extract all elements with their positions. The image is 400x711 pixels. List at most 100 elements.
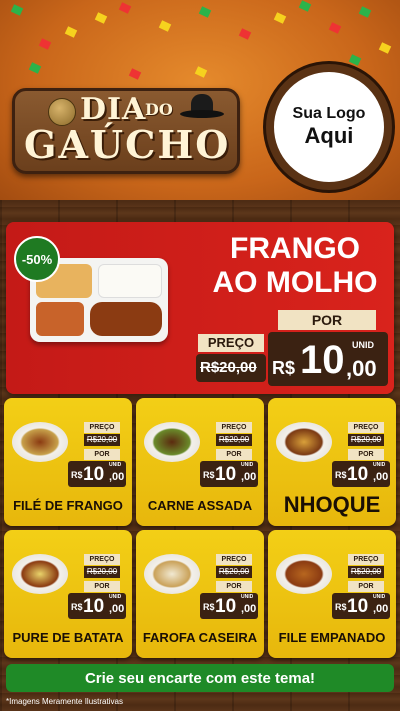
product-price-int: 10: [347, 464, 369, 485]
confetti: [38, 38, 52, 50]
product-new-price-box: R$ 10 ,00 UNID: [332, 593, 390, 619]
product-dish-image: [144, 422, 200, 462]
hero-preco-label: PREÇO: [198, 334, 264, 352]
logo-text-line2: Aqui: [304, 123, 354, 148]
product-price-cents: ,00: [241, 471, 257, 483]
sign-title-gaucho: GAÚCHO: [24, 122, 231, 167]
product-name: NHOQUE: [283, 492, 381, 517]
product-dish-image: [276, 422, 332, 462]
product-old-price: R$20,00: [84, 434, 120, 446]
product-currency: R$: [203, 470, 215, 480]
sign-title-do: DO: [145, 100, 173, 119]
confetti: [273, 12, 287, 24]
product-unid: UNID: [373, 594, 386, 600]
discount-badge: -50%: [14, 236, 60, 282]
product-preco-label: PREÇO: [84, 554, 120, 565]
product-price-cents: ,00: [109, 603, 125, 615]
confetti: [348, 54, 362, 66]
confetti: [358, 6, 372, 18]
confetti: [198, 6, 212, 18]
product-preco-label: PREÇO: [216, 422, 252, 433]
product-old-price: R$20,00: [216, 434, 252, 446]
product-price-cents: ,00: [109, 471, 125, 483]
product-price-int: 10: [215, 464, 237, 485]
hero-por-label: POR: [278, 310, 376, 330]
product-new-price-box: R$ 10 ,00 UNID: [68, 461, 126, 487]
product-dish-image: [144, 554, 200, 594]
product-price-cents: ,00: [373, 603, 389, 615]
product-currency: R$: [71, 602, 83, 612]
product-preco-label: PREÇO: [84, 422, 120, 433]
hero-old-price: R$20,00: [200, 359, 257, 376]
product-price-int: 10: [83, 596, 105, 617]
confetti: [328, 22, 342, 34]
product-new-price-box: R$ 10 ,00 UNID: [200, 593, 258, 619]
hero-title-line1: FRANGO: [230, 232, 360, 265]
product-preco-label: PREÇO: [216, 554, 252, 565]
hero-price-int: 10: [300, 338, 345, 382]
hero-price-cents: ,00: [346, 356, 377, 381]
product-unid: UNID: [109, 462, 122, 468]
product-name: FILE EMPANADO: [278, 630, 386, 645]
product-price-int: 10: [215, 596, 237, 617]
product-price-int: 10: [83, 464, 105, 485]
product-por-label: POR: [84, 581, 120, 592]
product-preco-label: PREÇO: [348, 422, 384, 433]
product-por-label: POR: [348, 581, 384, 592]
hero-unid: UNID: [352, 340, 374, 350]
product-name: FAROFA CASEIRA: [142, 630, 258, 645]
product-preco-label: PREÇO: [348, 554, 384, 565]
product-dish-image: [12, 422, 68, 462]
gaucho-hat-icon: [180, 90, 224, 118]
product-name: CARNE ASSADA: [147, 498, 253, 513]
confetti: [128, 68, 142, 80]
product-old-price: R$20,00: [348, 566, 384, 578]
hero-title: FRANGO AO MOLHO: [200, 232, 390, 300]
chicken-compartment: [90, 302, 162, 336]
product-name: PURE DE BATATA: [12, 630, 124, 645]
product-new-price-box: R$ 10 ,00 UNID: [332, 461, 390, 487]
confetti: [158, 20, 172, 32]
cta-button[interactable]: Crie seu encarte com este tema!: [6, 664, 394, 692]
product-dish-image: [276, 554, 332, 594]
confetti: [378, 42, 392, 54]
product-currency: R$: [335, 470, 347, 480]
confetti: [194, 66, 208, 78]
product-unid: UNID: [373, 462, 386, 468]
product-price-cents: ,00: [373, 471, 389, 483]
logo-placeholder[interactable]: Sua Logo Aqui: [266, 64, 392, 190]
confetti: [118, 2, 132, 14]
product-name: FILÉ DE FRANGO: [13, 498, 123, 513]
product-price-int: 10: [347, 596, 369, 617]
hero-new-price-box: R$ 10 ,00 UNID: [268, 332, 388, 386]
disclaimer-text: *Imagens Meramente Ilustrativas: [6, 697, 123, 706]
confetti: [28, 62, 42, 74]
product-por-label: POR: [84, 449, 120, 460]
product-por-label: POR: [216, 449, 252, 460]
confetti: [238, 28, 252, 40]
product-price-cents: ,00: [241, 603, 257, 615]
product-old-price: R$20,00: [84, 566, 120, 578]
product-currency: R$: [203, 602, 215, 612]
salad-compartment: [36, 302, 84, 336]
hero-currency: R$: [272, 358, 296, 378]
confetti: [10, 4, 24, 16]
product-currency: R$: [335, 602, 347, 612]
confetti: [64, 26, 78, 38]
product-unid: UNID: [241, 594, 254, 600]
confetti: [94, 12, 108, 24]
rice-compartment: [98, 264, 162, 298]
product-por-label: POR: [348, 449, 384, 460]
product-currency: R$: [71, 470, 83, 480]
product-old-price: R$20,00: [216, 566, 252, 578]
hero-title-line2: AO MOLHO: [212, 266, 378, 299]
logo-text-line1: Sua Logo: [292, 105, 366, 122]
product-new-price-box: R$ 10 ,00 UNID: [200, 461, 258, 487]
confetti: [298, 0, 312, 12]
product-unid: UNID: [109, 594, 122, 600]
product-old-price: R$20,00: [348, 434, 384, 446]
product-unid: UNID: [241, 462, 254, 468]
hero-old-price-box: R$20,00: [196, 354, 266, 382]
product-new-price-box: R$ 10 ,00 UNID: [68, 593, 126, 619]
product-por-label: POR: [216, 581, 252, 592]
